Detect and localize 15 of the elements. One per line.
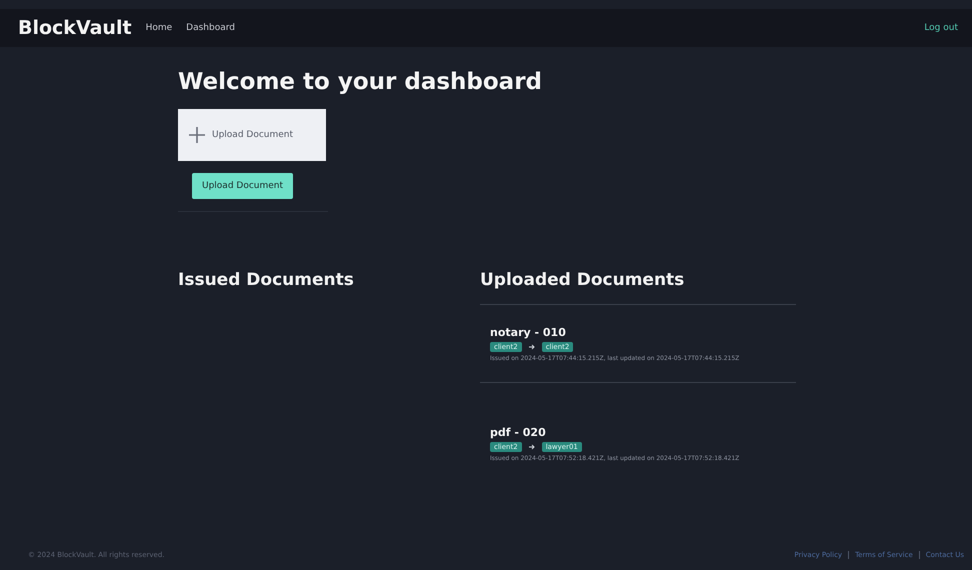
document-name: pdf - 020 [490, 426, 547, 439]
document-name: notary - 010 [490, 326, 567, 339]
arrow-icon [528, 443, 536, 451]
nav-link[interactable]: Dashboard [186, 23, 235, 33]
upload-button[interactable]: Upload Document [192, 173, 294, 199]
plus-icon [188, 126, 206, 144]
logout-link[interactable]: Log out [924, 23, 958, 33]
section-heading: Issued Documents [178, 270, 355, 290]
section-heading: Uploaded Documents [480, 270, 686, 290]
upload-label: Upload Document [212, 130, 294, 140]
nav-link[interactable]: Home [146, 23, 172, 33]
upload-drop-area[interactable]: Upload Document [178, 109, 326, 161]
arrow-icon [528, 343, 536, 351]
brand-logo[interactable]: BlockVault [18, 17, 132, 39]
page-heading: Welcome to your dashboard [178, 69, 544, 95]
